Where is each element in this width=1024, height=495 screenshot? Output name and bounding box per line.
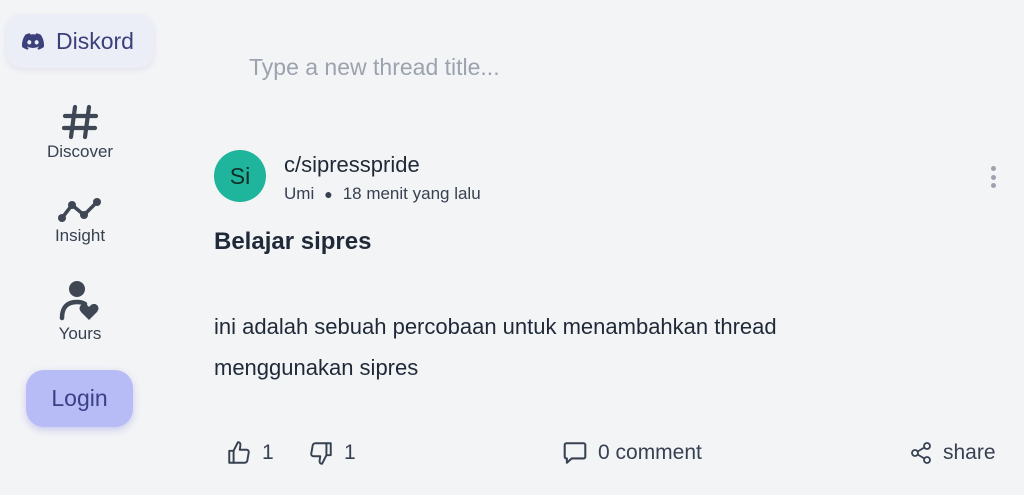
comment-count: 0 comment bbox=[598, 441, 702, 464]
post-time: 18 menit yang lalu bbox=[342, 184, 481, 203]
hash-icon bbox=[61, 104, 99, 140]
dot-2 bbox=[990, 174, 996, 180]
thumbs-up-icon bbox=[226, 440, 252, 466]
brand-logo-button[interactable]: Diskord bbox=[6, 14, 154, 68]
nav-item-discover[interactable]: Discover bbox=[30, 104, 130, 162]
dislike-count: 1 bbox=[344, 441, 356, 464]
nav-label-insight: Insight bbox=[54, 226, 106, 245]
share-button[interactable]: share bbox=[909, 436, 996, 470]
post-meta: Umi ● 18 menit yang lalu bbox=[284, 184, 481, 204]
comment-icon bbox=[562, 440, 588, 466]
community-avatar[interactable]: Si bbox=[214, 150, 266, 202]
post-body: ini adalah sebuah percobaan untuk menamb… bbox=[214, 314, 777, 380]
app: Diskord Discover Insight Yours Login Typ… bbox=[0, 0, 1024, 495]
separator-dot: ● bbox=[324, 186, 333, 202]
share-icon bbox=[909, 441, 933, 465]
more-options-icon[interactable] bbox=[982, 164, 1004, 190]
discord-icon bbox=[22, 30, 44, 52]
nav-label-discover: Discover bbox=[46, 142, 114, 161]
nav-item-insight[interactable]: Insight bbox=[30, 196, 130, 246]
thumbs-down-icon bbox=[308, 440, 334, 466]
brand-label: Diskord bbox=[56, 27, 134, 54]
community-name-link[interactable]: c/sipresspride bbox=[284, 152, 420, 178]
like-count: 1 bbox=[262, 441, 274, 464]
dot-1 bbox=[990, 166, 996, 171]
comment-button[interactable]: 0 comment bbox=[562, 436, 702, 470]
login-button[interactable]: Login bbox=[26, 370, 133, 427]
post-author[interactable]: Umi bbox=[284, 184, 314, 204]
dot-3 bbox=[990, 183, 996, 188]
like-button[interactable]: 1 bbox=[226, 436, 274, 470]
nav-item-yours[interactable]: Yours bbox=[30, 280, 130, 344]
share-label: share bbox=[943, 441, 996, 464]
nav-label-yours: Yours bbox=[58, 324, 102, 343]
user-heart-icon bbox=[58, 280, 102, 322]
trend-icon bbox=[58, 196, 102, 224]
new-thread-title-input[interactable] bbox=[228, 46, 988, 88]
dislike-button[interactable]: 1 bbox=[308, 436, 356, 470]
post-title[interactable]: Belajar sipres bbox=[214, 228, 371, 256]
